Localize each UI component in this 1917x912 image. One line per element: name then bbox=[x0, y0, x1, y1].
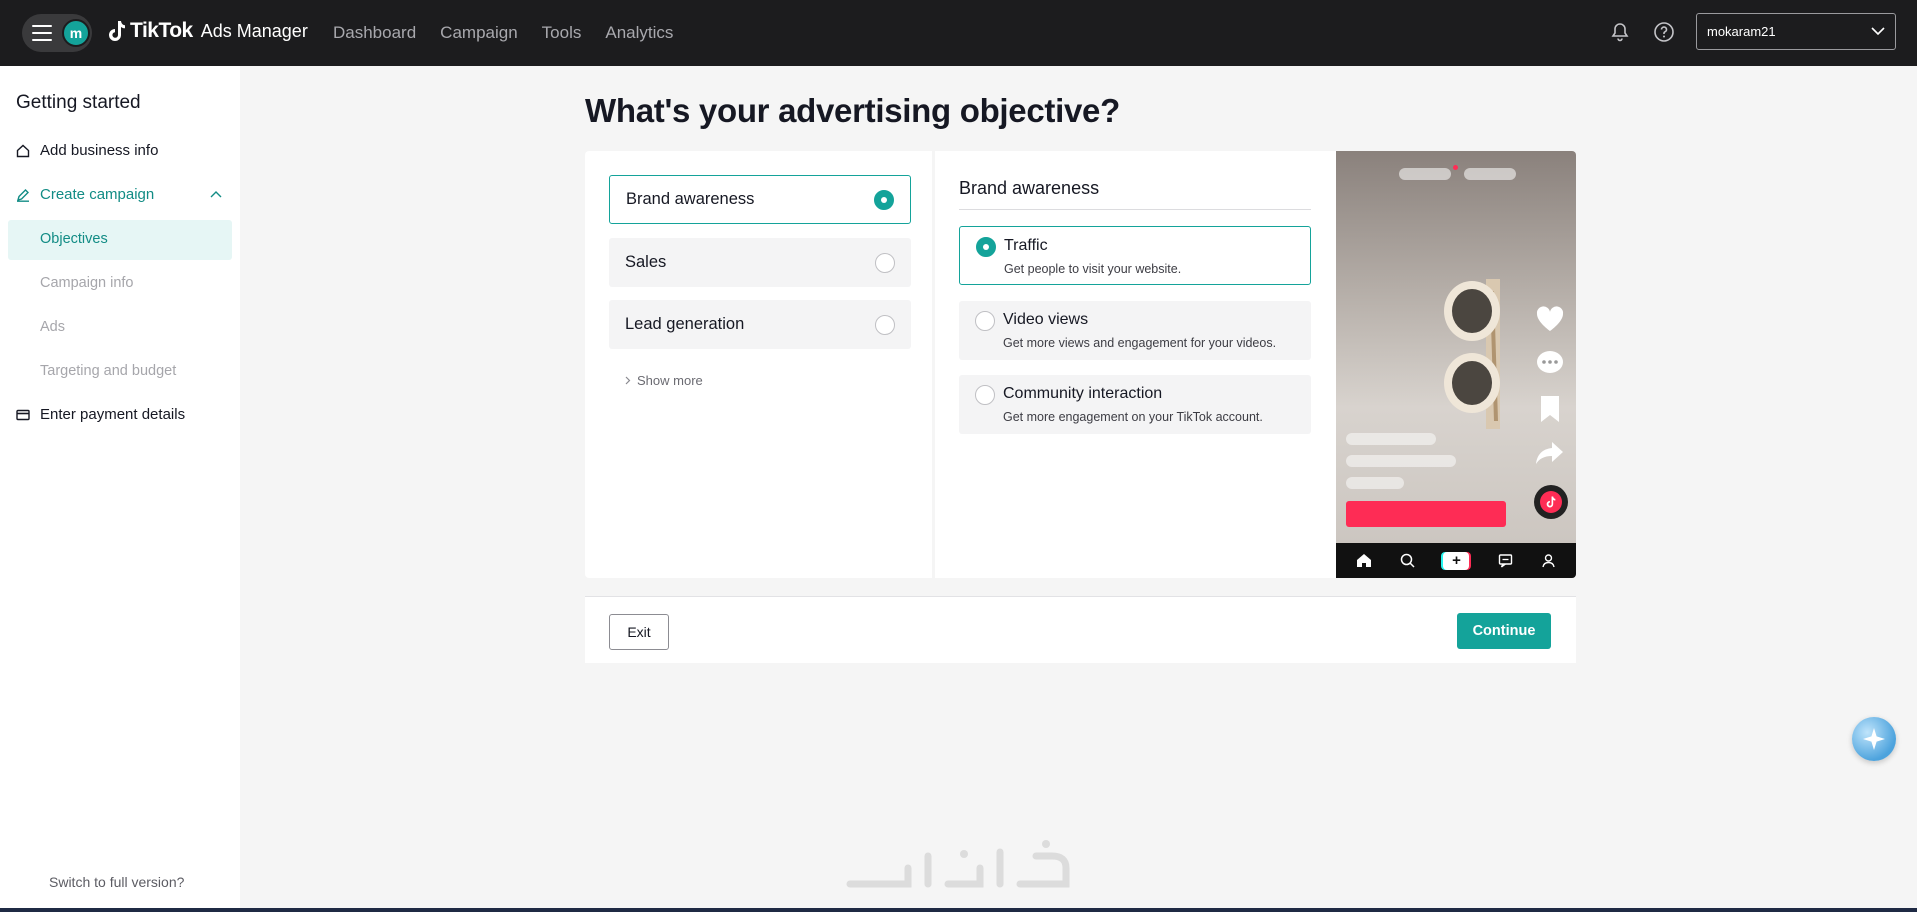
switch-full-version-link[interactable]: Switch to full version? bbox=[49, 874, 184, 890]
home-icon bbox=[1357, 554, 1372, 567]
inbox-icon bbox=[1498, 554, 1512, 568]
objective-sales[interactable]: Sales bbox=[609, 238, 911, 287]
nav-campaign[interactable]: Campaign bbox=[440, 23, 518, 43]
chevron-right-icon bbox=[625, 376, 631, 385]
sidebar-sub-targeting-budget[interactable]: Targeting and budget bbox=[40, 363, 176, 379]
bookmark-icon bbox=[1534, 393, 1566, 425]
account-selector[interactable]: mokaram21 bbox=[1696, 13, 1896, 50]
sparkle-icon bbox=[1863, 728, 1885, 750]
goal-description: Get more views and engagement for your v… bbox=[1003, 336, 1277, 350]
search-icon bbox=[1401, 553, 1415, 568]
sidebar-item-add-business-info[interactable]: Add business info bbox=[16, 142, 158, 159]
account-name: mokaram21 bbox=[1707, 24, 1776, 39]
nav-analytics[interactable]: Analytics bbox=[605, 23, 673, 43]
avatar[interactable]: m bbox=[62, 19, 90, 47]
sidebar-item-label: Add business info bbox=[40, 142, 159, 159]
goal-description: Get people to visit your website. bbox=[1004, 262, 1182, 276]
create-plus-icon: + bbox=[1443, 551, 1470, 570]
sidebar-item-label: Enter payment details bbox=[40, 406, 186, 423]
sidebar-item-create-campaign[interactable]: Create campaign bbox=[16, 186, 224, 203]
preview-cta-button bbox=[1346, 501, 1506, 527]
watermark-logo bbox=[846, 840, 1070, 888]
goal-traffic[interactable]: Traffic Get people to visit your website… bbox=[959, 226, 1311, 285]
nav-dashboard[interactable]: Dashboard bbox=[333, 23, 416, 43]
hamburger-icon[interactable] bbox=[32, 25, 52, 41]
preview-top-tab bbox=[1464, 168, 1516, 180]
show-more-label: Show more bbox=[637, 373, 703, 388]
exit-button[interactable]: Exit bbox=[609, 614, 669, 650]
goal-video-views[interactable]: Video views Get more views and engagemen… bbox=[959, 301, 1311, 360]
objective-lead-generation[interactable]: Lead generation bbox=[609, 300, 911, 349]
chevron-down-icon bbox=[1871, 27, 1885, 36]
card-icon bbox=[16, 409, 30, 420]
sunglasses-image bbox=[1444, 279, 1500, 429]
action-footer: Exit Continue bbox=[585, 596, 1576, 663]
radio-unselected[interactable] bbox=[875, 252, 895, 273]
preview-caption-line bbox=[1346, 433, 1436, 445]
radio-unselected[interactable] bbox=[975, 311, 995, 331]
preview-caption-line bbox=[1346, 477, 1404, 489]
top-nav-bar: m TikTok Ads Manager Dashboard Campaign … bbox=[0, 0, 1917, 66]
radio-selected[interactable] bbox=[976, 237, 996, 257]
goal-name: Traffic bbox=[1004, 237, 1048, 254]
profile-icon bbox=[1542, 554, 1555, 568]
sidebar-sub-objectives[interactable]: Objectives bbox=[40, 231, 108, 247]
sidebar-title: Getting started bbox=[16, 92, 141, 113]
pencil-icon bbox=[16, 188, 29, 202]
help-icon[interactable] bbox=[1652, 20, 1676, 44]
menu-toggle[interactable]: m bbox=[22, 14, 92, 52]
assistant-sparkle-button[interactable] bbox=[1852, 717, 1896, 761]
music-disc-icon bbox=[1534, 485, 1568, 519]
radio-unselected[interactable] bbox=[875, 314, 895, 335]
chevron-up-icon[interactable] bbox=[210, 190, 222, 198]
bell-icon[interactable] bbox=[1608, 20, 1632, 44]
objective-label: Lead generation bbox=[625, 315, 745, 333]
sidebar-sub-ads[interactable]: Ads bbox=[40, 319, 65, 335]
objective-brand-awareness[interactable]: Brand awareness bbox=[609, 175, 911, 224]
heart-icon bbox=[1534, 303, 1566, 335]
logo-product: Ads Manager bbox=[200, 20, 308, 41]
bottom-edge-strip bbox=[0, 908, 1917, 912]
sidebar-item-enter-payment-details[interactable]: Enter payment details bbox=[16, 406, 185, 423]
goal-community-interaction[interactable]: Community interaction Get more engagemen… bbox=[959, 375, 1311, 434]
detail-title: Brand awareness bbox=[959, 178, 1100, 198]
share-icon bbox=[1534, 437, 1566, 469]
objective-label: Sales bbox=[625, 253, 667, 271]
objective-list-panel: Brand awareness Sales Lead generation Sh… bbox=[585, 151, 932, 578]
show-more-link[interactable]: Show more bbox=[625, 373, 703, 388]
tiktok-ads-manager-logo[interactable]: TikTok Ads Manager bbox=[108, 19, 308, 43]
comment-icon bbox=[1534, 347, 1566, 379]
ad-preview-phone: + bbox=[1336, 151, 1576, 578]
home-icon bbox=[16, 144, 30, 157]
goal-name: Community interaction bbox=[1003, 385, 1163, 402]
preview-top-tab bbox=[1399, 168, 1451, 180]
goal-description: Get more engagement on your TikTok accou… bbox=[1003, 410, 1263, 424]
logo-brand: TikTok bbox=[130, 19, 193, 42]
nav-tools[interactable]: Tools bbox=[542, 23, 582, 43]
sidebar-sub-campaign-info[interactable]: Campaign info bbox=[40, 275, 134, 291]
main-nav: Dashboard Campaign Tools Analytics bbox=[333, 23, 673, 43]
sidebar: Getting started Add business info Create… bbox=[0, 66, 240, 912]
divider bbox=[959, 209, 1311, 210]
preview-live-dot bbox=[1453, 165, 1458, 170]
preview-caption-line bbox=[1346, 455, 1456, 467]
radio-unselected[interactable] bbox=[975, 385, 995, 405]
radio-selected[interactable] bbox=[874, 189, 894, 210]
continue-button[interactable]: Continue bbox=[1457, 613, 1551, 649]
objective-label: Brand awareness bbox=[626, 190, 755, 208]
objective-detail-panel: Brand awareness Traffic Get people to vi… bbox=[935, 151, 1336, 578]
preview-bottom-nav: + bbox=[1336, 543, 1576, 578]
sidebar-item-label: Create campaign bbox=[40, 186, 155, 203]
goal-name: Video views bbox=[1003, 311, 1089, 328]
tiktok-note-icon bbox=[109, 21, 125, 41]
page-title: What's your advertising objective? bbox=[585, 92, 1120, 129]
